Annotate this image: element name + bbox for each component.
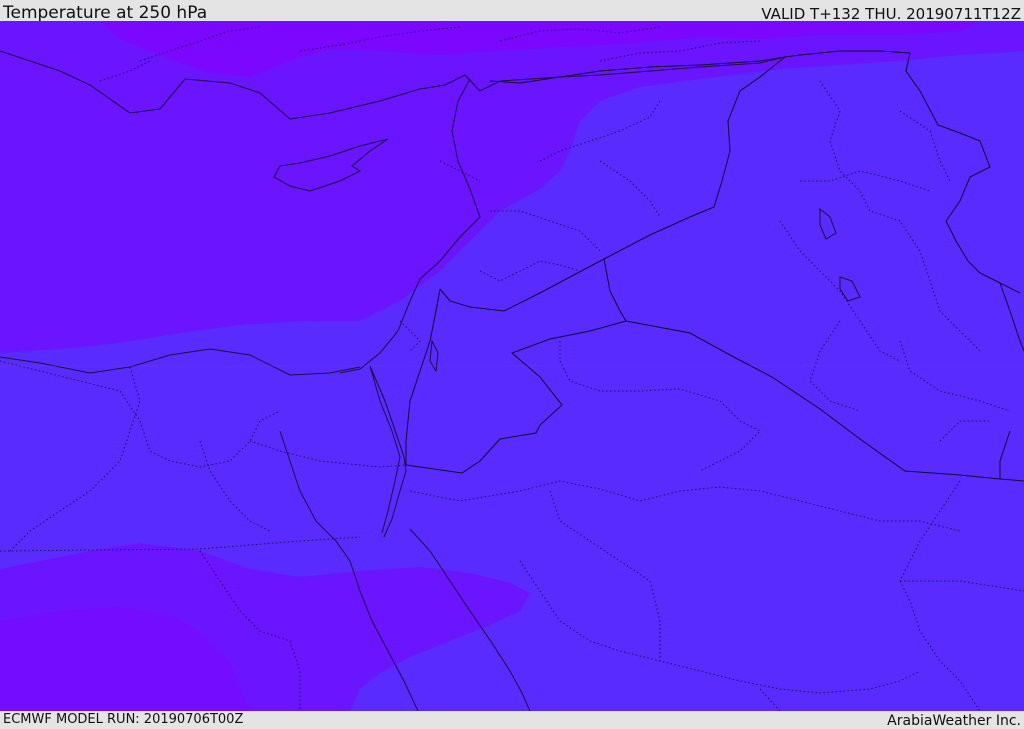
credit-label: ArabiaWeather Inc.	[887, 713, 1021, 729]
map-page: Temperature at 250 hPa VALID T+132 THU. …	[0, 0, 1024, 729]
map-canvas	[0, 21, 1024, 711]
map-title: Temperature at 250 hPa	[3, 3, 208, 23]
footer-bar: ECMWF MODEL RUN: 20190706T00Z ArabiaWeat…	[0, 711, 1024, 729]
header-bar: Temperature at 250 hPa VALID T+132 THU. …	[0, 0, 1024, 23]
temperature-map	[0, 21, 1024, 711]
model-run-label: ECMWF MODEL RUN: 20190706T00Z	[3, 712, 244, 727]
